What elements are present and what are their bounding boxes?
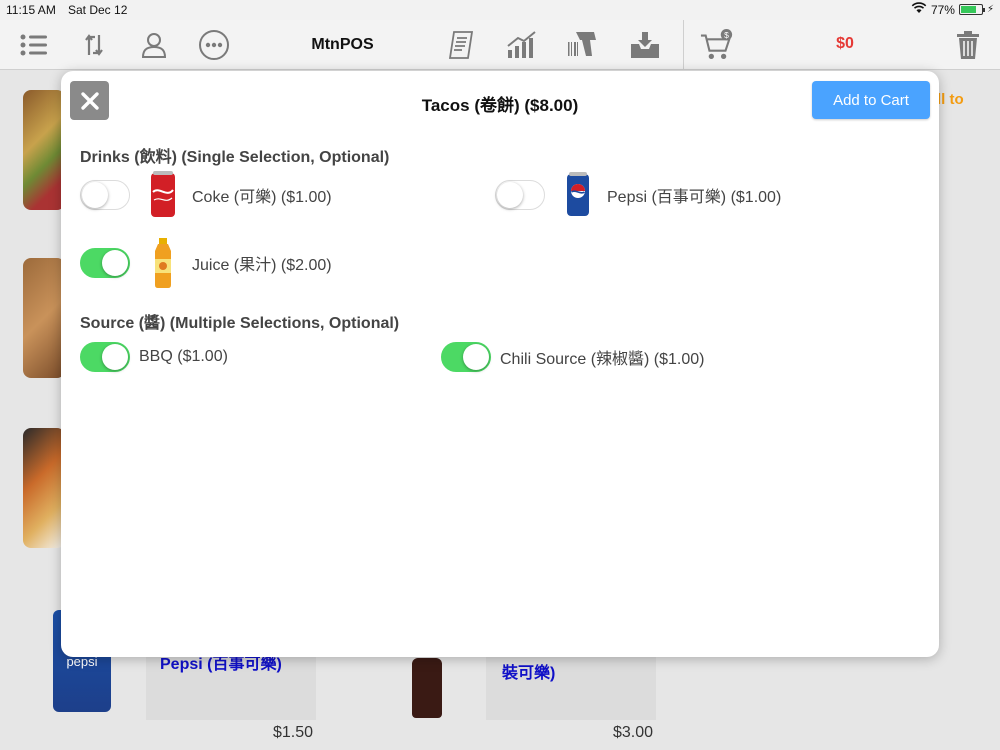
- cart-icon[interactable]: $: [700, 28, 734, 62]
- product-thumbnail[interactable]: [23, 90, 65, 210]
- receipt-icon[interactable]: [445, 28, 479, 62]
- juice-bottle-icon: [148, 238, 178, 288]
- battery-icon: [958, 4, 985, 15]
- modal-title: Tacos (卷餅) ($8.00): [421, 96, 579, 115]
- option-pepsi[interactable]: Pepsi (百事可樂) ($1.00): [495, 170, 781, 220]
- svg-text:$: $: [724, 30, 729, 40]
- inbox-download-icon[interactable]: [628, 28, 662, 62]
- option-chili-sauce[interactable]: Chili Source (辣椒醬) ($1.00): [441, 342, 705, 372]
- chili-sauce-label: Chili Source (辣椒醬) ($1.00): [500, 351, 705, 368]
- juice-toggle[interactable]: [80, 248, 130, 278]
- option-bbq[interactable]: BBQ ($1.00): [80, 342, 228, 372]
- chili-sauce-toggle[interactable]: [441, 342, 491, 372]
- sauce-section-title: Source (醬) (Multiple Selections, Optiona…: [80, 315, 400, 332]
- close-button[interactable]: [70, 81, 109, 120]
- product-thumbnail[interactable]: [23, 258, 65, 378]
- bbq-label: BBQ ($1.00): [139, 348, 228, 365]
- pepsi-toggle[interactable]: [495, 180, 545, 210]
- coke-toggle[interactable]: [80, 180, 130, 210]
- close-icon: [80, 91, 99, 110]
- battery-percent: 77%: [930, 2, 955, 17]
- trash-icon[interactable]: [951, 28, 985, 62]
- item-options-modal: Tacos (卷餅) ($8.00) Add to Cart Drinks (飲…: [61, 71, 939, 657]
- option-coke[interactable]: Coke (可樂) ($1.00): [80, 170, 332, 220]
- charging-icon: ⚡: [986, 4, 994, 15]
- sync-icon[interactable]: [77, 28, 111, 62]
- battery-fill: [960, 6, 977, 13]
- cola-bottle-image: [412, 658, 442, 718]
- top-toolbar: MtnPOS $ $0: [0, 20, 1000, 750]
- menu-list-icon[interactable]: [17, 28, 51, 62]
- coke-can-icon: [148, 170, 178, 220]
- status-right: 77% ⚡: [911, 2, 994, 17]
- add-to-cart-button[interactable]: Add to Cart: [812, 81, 930, 119]
- status-bar: 11:15 AM Sat Dec 12 77% ⚡: [0, 0, 1000, 20]
- chart-icon[interactable]: [505, 28, 539, 62]
- barcode-scanner-icon[interactable]: [565, 28, 599, 62]
- app-title: MtnPOS: [311, 36, 374, 53]
- pepsi-can-icon: [563, 170, 593, 220]
- bbq-toggle[interactable]: [80, 342, 130, 372]
- drinks-section-title: Drinks (飲料) (Single Selection, Optional): [80, 149, 390, 166]
- product-name: 裝可樂): [502, 665, 556, 682]
- status-date: Sat Dec 12: [68, 3, 128, 17]
- status-time: 11:15 AM: [6, 3, 56, 17]
- product-price: $3.00: [613, 724, 654, 741]
- more-icon[interactable]: [197, 28, 231, 62]
- user-icon[interactable]: [137, 28, 171, 62]
- coke-label: Coke (可樂) ($1.00): [192, 189, 332, 206]
- cart-total: $0: [836, 35, 854, 52]
- right-panel-hint: ll to: [937, 91, 964, 108]
- wifi-icon: [911, 2, 927, 17]
- juice-label: Juice (果汁) ($2.00): [192, 257, 332, 274]
- product-price: $1.50: [273, 724, 314, 741]
- product-thumbnail[interactable]: [23, 428, 65, 548]
- pepsi-label: Pepsi (百事可樂) ($1.00): [607, 189, 782, 206]
- option-juice[interactable]: Juice (果汁) ($2.00): [80, 238, 332, 288]
